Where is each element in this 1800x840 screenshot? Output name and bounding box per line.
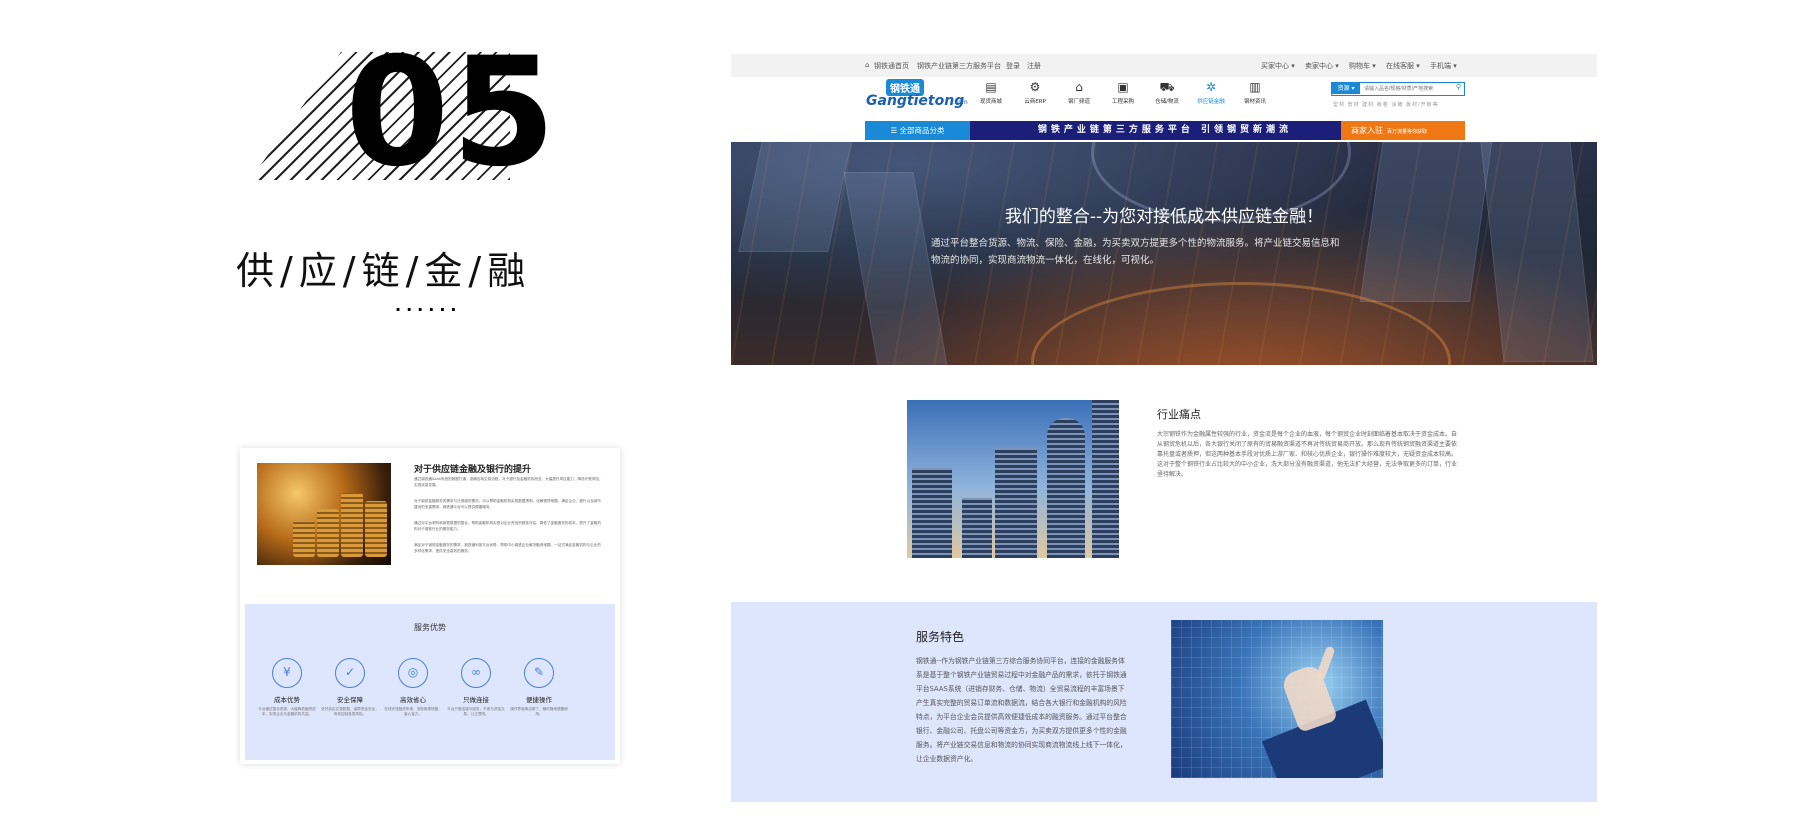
city-buildings-image	[907, 400, 1119, 558]
card-paragraph: 通过钢铁通SaaS系统的数据打通，准确反映交易流程，对于银行及金融机构而言，大幅…	[414, 477, 603, 487]
merchant-sub: 百万流量等你获取	[1387, 129, 1428, 135]
service-name: 高效省心	[400, 696, 426, 704]
nav-label: 钢厂频道	[1067, 99, 1090, 105]
card-title: 对于供应链金融及银行的提升	[414, 465, 532, 475]
store-icon: ▤	[985, 80, 997, 94]
factory-icon: ⌂	[1075, 80, 1083, 94]
site-header: 钢铁通 Gangtietong .com ▤ 现货商城 ⚙ 云商ERP ⌂ 钢厂…	[731, 77, 1597, 116]
pain-points-title: 行业痛点	[1157, 408, 1201, 421]
logo-com: .com	[953, 99, 968, 106]
service-menu[interactable]: 在线客服 ▾	[1386, 61, 1420, 71]
home-link[interactable]: 钢铁通首页	[874, 61, 909, 71]
service-desc: 依托真实交易数据，保障资金安全，有效控制各类风险。	[321, 707, 379, 716]
touch-hand-image	[1171, 620, 1383, 778]
service-desc: 操作界面简洁明了，随时随地便捷使用。	[510, 707, 568, 716]
pain-points-text: 大宗钢铁作为金融属性较强的行业，资金流是每个企业的血液，每个钢贸企业时刻面临着基…	[1157, 431, 1458, 478]
nav-label: 工程采购	[1111, 99, 1134, 105]
logo-en[interactable]: Gangtietong	[866, 93, 964, 109]
news-icon: ▥	[1249, 80, 1261, 94]
search-type-select[interactable]: 资源 ▾	[1332, 83, 1360, 94]
all-categories-button[interactable]: ☰ 全部商品分类	[865, 121, 970, 140]
register-link[interactable]: 注册	[1027, 61, 1041, 71]
section-number: 05	[345, 26, 558, 200]
supply-chain-card: 对于供应链金融及银行的提升 通过钢铁通SaaS系统的数据打通，准确反映交易流程，…	[240, 448, 620, 764]
features-text: 钢铁通--作为钢铁产业链第三方综合服务协同平台，连接的金融服务体系是基于整个钢铁…	[916, 657, 1127, 763]
nav-label: 现货商城	[979, 99, 1002, 105]
nav-logistics[interactable]: ⛟ 仓储/物流	[1147, 80, 1187, 105]
home-icon: ⌂	[865, 61, 870, 69]
service-item: ✎ 便捷操作 操作界面简洁明了，随时随地便捷使用。	[509, 658, 569, 717]
nav-procurement[interactable]: ▣ 工程采购	[1103, 80, 1143, 105]
service-item: ¥ 成本优势 平台通过整合资源，大幅降低融资成本，实现企业与金融机构共赢。	[257, 658, 317, 717]
cost-icon: ¥	[272, 658, 302, 688]
nav-label: 钢材资讯	[1243, 99, 1266, 105]
merchant-label: 商家入驻	[1351, 126, 1383, 135]
login-link[interactable]: 登录	[1006, 61, 1020, 71]
card-paragraph: 对于钢铁金融服务的需求与日俱增的情况，可以帮助金融机构实现数据透明，化解借贷难题…	[414, 499, 601, 509]
hero-banner: 我们的整合--为您对接低成本供应链金融！ 通过平台整合货源、物流、保险、金融，为…	[731, 142, 1597, 365]
buyer-center-menu[interactable]: 买家中心 ▾	[1261, 61, 1295, 71]
gear-icon: ⚙	[1029, 80, 1041, 94]
doc-icon: ✎	[524, 658, 554, 688]
service-name: 便捷操作	[526, 696, 552, 704]
search-input[interactable]	[1364, 83, 1456, 94]
banner-title: 我们的整合--为您对接低成本供应链金融！	[1004, 207, 1324, 227]
shield-icon: ✓	[335, 658, 365, 688]
nav-label: 仓储/物流	[1155, 99, 1179, 105]
seller-center-menu[interactable]: 卖家中心 ▾	[1305, 61, 1339, 71]
search-box: 资源 ▾ ⚲	[1331, 82, 1465, 96]
platform-link[interactable]: 钢铁产业链第三方服务平台	[917, 61, 1001, 71]
features-title: 服务特色	[916, 630, 965, 644]
nav-news[interactable]: ▥ 钢材资讯	[1235, 80, 1275, 105]
category-bar: ☰ 全部商品分类 钢铁产业链第三方服务平台 引领钢贸新潮流 商家入驻 百万流量等你…	[865, 121, 1465, 140]
mobile-menu[interactable]: 手机端 ▾	[1430, 61, 1457, 71]
target-icon: ◎	[398, 658, 428, 688]
card-paragraph: 满足对于钢铁金融服务的需求，钢铁通利用平台优势，帮助中小钢铁企业解决融资难题，一…	[414, 543, 601, 553]
service-item: ∞ 只做连接 平台只做连接与服务，不参与资金交易，公正透明。	[446, 658, 506, 717]
truck-icon: ⛟	[1159, 80, 1175, 94]
nav-spot-mall[interactable]: ▤ 现货商城	[971, 80, 1011, 105]
service-name: 只做连接	[463, 696, 489, 704]
search-icon[interactable]: ⚲	[1456, 83, 1461, 91]
banner-text: 通过平台整合货源、物流、保险、金融，为买卖双方提更多个性的物流服务。将产业链交易…	[931, 238, 1340, 266]
merchant-join-button[interactable]: 商家入驻 百万流量等你获取	[1341, 121, 1465, 140]
dots-decoration: ······	[395, 300, 462, 319]
cart-menu[interactable]: 购物车 ▾	[1349, 61, 1376, 71]
hot-words[interactable]: 型材 管材 建材 板卷 涂镀 板材/开板等	[1333, 101, 1439, 108]
card-paragraph: 通过对平台采购和销售数据的整合，帮助金融机构实现对企业资信的精准评估，降低了金融…	[414, 521, 601, 531]
service-item: ✓ 安全保障 依托真实交易数据，保障资金安全，有效控制各类风险。	[320, 658, 380, 717]
section-title: 供/应/链/金/融	[236, 249, 532, 293]
service-name: 成本优势	[274, 696, 300, 704]
nav-supply-chain-finance[interactable]: ✲ 供应链金融	[1191, 80, 1231, 105]
nav-label: 供应链金融	[1197, 99, 1225, 105]
service-desc: 在线完成融资申请，流程简便快捷，省心省力。	[384, 707, 442, 716]
top-bar: ⌂ 钢铁通首页 钢铁产业链第三方服务平台 登录 注册 买家中心 ▾ 卖家中心 ▾…	[731, 54, 1597, 77]
service-name: 安全保障	[337, 696, 363, 704]
service-advantages-panel: 服务优势 ¥ 成本优势 平台通过整合资源，大幅降低融资成本，实现企业与金融机构共…	[245, 604, 615, 760]
network-icon: ✲	[1205, 80, 1217, 94]
nav-erp[interactable]: ⚙ 云商ERP	[1015, 80, 1055, 105]
website-screenshot: ⌂ 钢铁通首页 钢铁产业链第三方服务平台 登录 注册 买家中心 ▾ 卖家中心 ▾…	[731, 54, 1597, 365]
services-title: 服务优势	[414, 623, 446, 632]
link-icon: ∞	[461, 658, 491, 688]
nav-label: 云商ERP	[1024, 99, 1046, 105]
coins-image	[257, 463, 391, 565]
service-desc: 平台通过整合资源，大幅降低融资成本，实现企业与金融机构共赢。	[258, 707, 316, 716]
nav-steel-mill[interactable]: ⌂ 钢厂频道	[1059, 80, 1099, 105]
service-desc: 平台只做连接与服务，不参与资金交易，公正透明。	[447, 707, 505, 716]
service-item: ◎ 高效省心 在线完成融资申请，流程简便快捷，省心省力。	[383, 658, 443, 717]
clipboard-icon: ▣	[1117, 80, 1129, 94]
service-features-section: 服务特色 钢铁通--作为钢铁产业链第三方综合服务协同平台，连接的金融服务体系是基…	[731, 602, 1597, 802]
slogan: 钢铁产业链第三方服务平台 引领钢贸新潮流	[1037, 125, 1293, 135]
